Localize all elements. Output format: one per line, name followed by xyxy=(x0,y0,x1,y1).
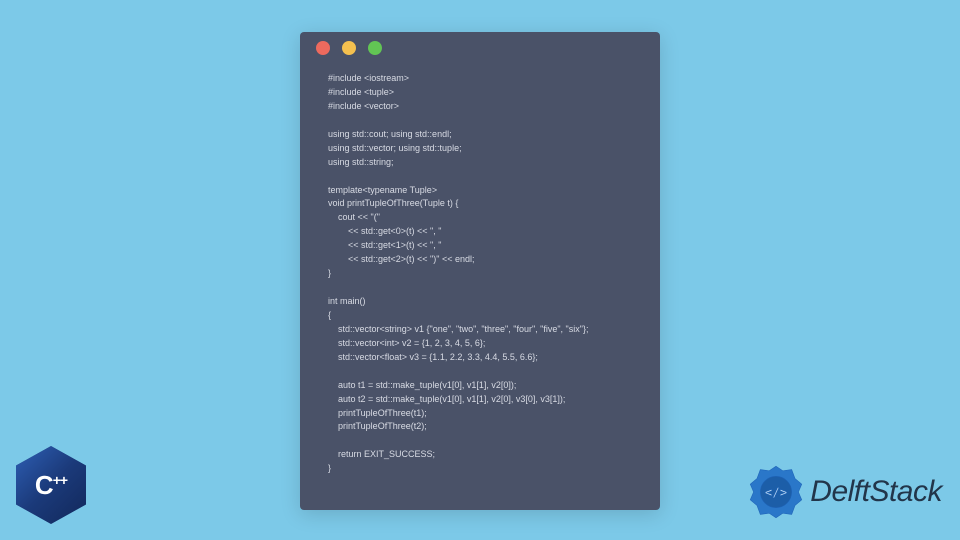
cpp-label: C++ xyxy=(35,470,67,501)
minimize-icon[interactable] xyxy=(342,41,356,55)
maximize-icon[interactable] xyxy=(368,41,382,55)
brand-logo: </> DelftStack xyxy=(748,464,942,520)
code-window: #include <iostream> #include <tuple> #in… xyxy=(300,32,660,510)
code-block: #include <iostream> #include <tuple> #in… xyxy=(300,64,660,490)
cpp-badge: C++ xyxy=(16,446,86,524)
svg-text:</>: </> xyxy=(765,485,787,499)
close-icon[interactable] xyxy=(316,41,330,55)
cpp-hexagon-icon: C++ xyxy=(16,446,86,524)
window-titlebar xyxy=(300,32,660,64)
gear-icon: </> xyxy=(748,464,804,520)
brand-name: DelftStack xyxy=(810,475,942,509)
